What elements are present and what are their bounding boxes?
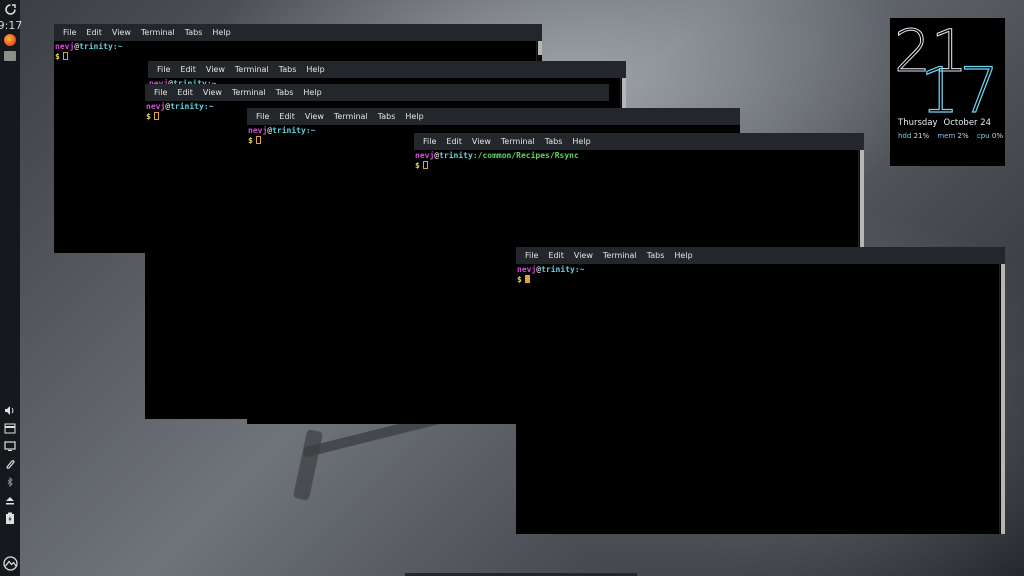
cpu-value: 0% [991,132,1003,140]
menu-launcher-icon[interactable] [0,554,20,572]
panel-clock[interactable]: 9:17 [0,19,22,32]
menu-help[interactable]: Help [207,28,235,37]
clock-minute: 17 [919,54,999,127]
system-tray [0,404,20,572]
terminal-window[interactable]: File Edit View Terminal Tabs Help nevj@t… [414,133,864,248]
menu-view[interactable]: View [107,28,136,37]
menu-view[interactable]: View [467,137,496,146]
menu-help[interactable]: Help [298,88,326,97]
menu-help[interactable]: Help [567,137,595,146]
mem-label: mem [937,132,956,140]
prompt-line: nevj@trinity:/common/Recipes/Rsync [415,151,579,160]
files-icon[interactable] [0,48,20,64]
menu-view[interactable]: View [201,65,230,74]
mem-value: 2% [957,132,969,140]
prompt-line: nevj@trinity:~ [517,265,585,274]
terminal-menubar: File Edit View Terminal Tabs Help [148,61,626,78]
menu-help[interactable]: Help [400,112,428,121]
menu-tabs[interactable]: Tabs [180,28,208,37]
clock-widget: 21 17 Thursday October 24 hdd 21% mem 2% … [890,18,1005,166]
system-stats: hdd 21% mem 2% cpu 0% [898,132,1009,140]
cpu-label: cpu [976,132,990,140]
widget-day: Thursday [898,118,938,128]
text-cursor [255,136,261,144]
text-cursor [62,52,68,60]
text-cursor [524,275,530,283]
volume-icon[interactable] [0,404,20,417]
scrollbar[interactable] [858,150,864,248]
wallpaper-shape [292,429,324,501]
menu-file[interactable]: File [418,137,441,146]
menu-file[interactable]: File [58,28,81,37]
terminal-window-active[interactable]: File Edit View Terminal Tabs Help nevj@t… [516,247,1005,534]
menu-edit[interactable]: Edit [175,65,201,74]
terminal-menubar: File Edit View Terminal Tabs Help [145,84,609,101]
left-panel: 9:17 [0,0,22,576]
menu-terminal[interactable]: Terminal [136,28,180,37]
widget-date: Thursday October 24 [898,118,997,128]
menu-file[interactable]: File [520,251,543,260]
text-cursor [153,112,159,120]
scrollbar[interactable] [620,78,626,111]
menu-help[interactable]: Help [669,251,697,260]
battery-icon[interactable] [0,512,20,525]
terminal-menubar: File Edit View Terminal Tabs Help [414,133,864,150]
menu-tabs[interactable]: Tabs [271,88,299,97]
hdd-label: hdd [898,132,912,140]
menu-edit[interactable]: Edit [274,112,300,121]
menu-help[interactable]: Help [301,65,329,74]
prompt-line: nevj@trinity:~ [55,42,123,51]
menu-terminal[interactable]: Terminal [598,251,642,260]
menu-terminal[interactable]: Terminal [230,65,274,74]
input-line[interactable]: $ [415,161,864,171]
display-icon[interactable] [0,440,20,453]
menu-edit[interactable]: Edit [543,251,569,260]
bluetooth-icon[interactable] [0,476,20,489]
input-line[interactable]: $ [517,275,1005,285]
power-icon[interactable] [0,1,20,17]
terminal-menubar: File Edit View Terminal Tabs Help [516,247,1005,264]
menu-file[interactable]: File [251,112,274,121]
menu-tabs[interactable]: Tabs [274,65,302,74]
terminal-menubar: File Edit View Terminal Tabs Help [54,24,542,41]
menu-edit[interactable]: Edit [441,137,467,146]
menu-edit[interactable]: Edit [172,88,198,97]
menu-edit[interactable]: Edit [81,28,107,37]
menu-terminal[interactable]: Terminal [329,112,373,121]
hdd-value: 21% [913,132,930,140]
widget-month-day: October 24 [943,118,992,128]
eject-icon[interactable] [0,494,20,507]
menu-view[interactable]: View [569,251,598,260]
firefox-icon[interactable] [0,32,20,48]
paperclip-icon[interactable] [0,458,20,471]
menu-tabs[interactable]: Tabs [373,112,401,121]
text-cursor [422,161,428,169]
menu-tabs[interactable]: Tabs [540,137,568,146]
menu-file[interactable]: File [152,65,175,74]
menu-terminal[interactable]: Terminal [496,137,540,146]
menu-tabs[interactable]: Tabs [642,251,670,260]
scrollbar[interactable] [999,264,1005,534]
menu-view[interactable]: View [300,112,329,121]
menu-file[interactable]: File [149,88,172,97]
terminal-menubar: File Edit View Terminal Tabs Help [247,108,740,125]
clipboard-icon[interactable] [0,422,20,435]
menu-terminal[interactable]: Terminal [227,88,271,97]
menu-view[interactable]: View [198,88,227,97]
